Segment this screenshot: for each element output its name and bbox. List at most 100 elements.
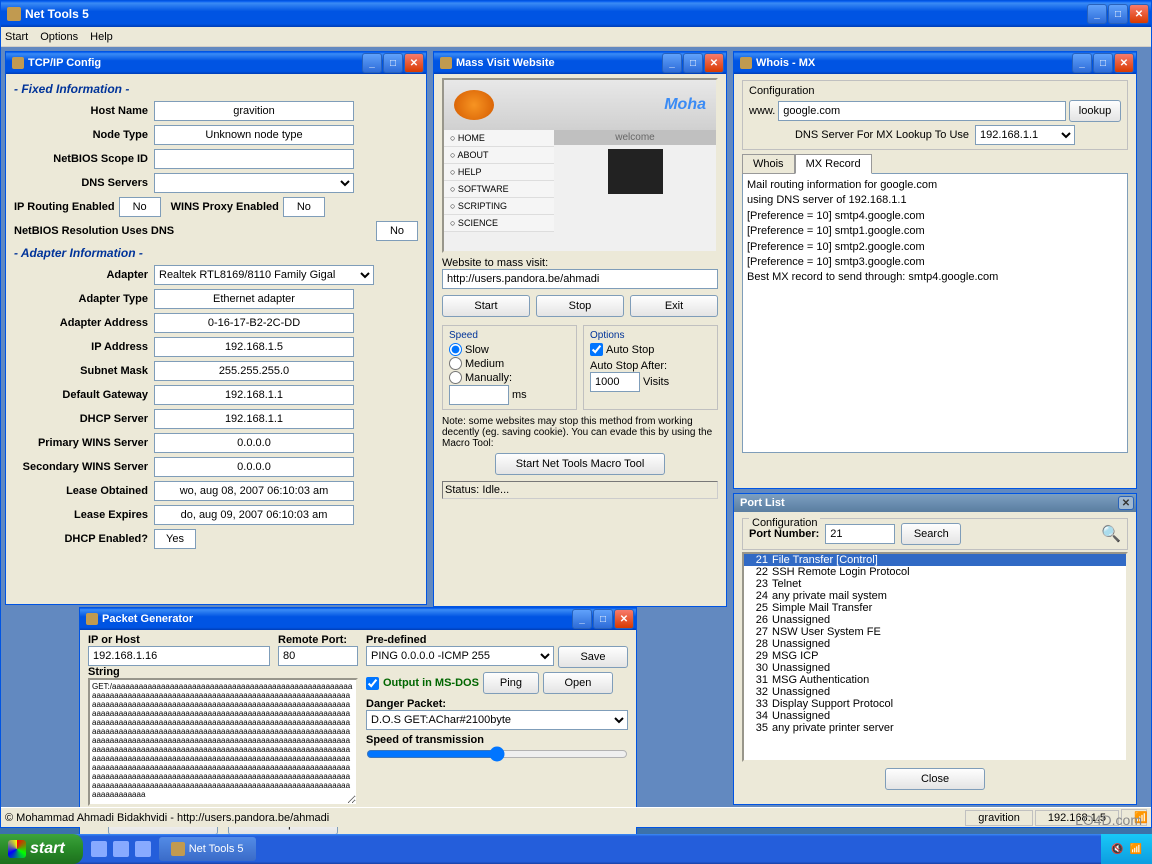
minimize-button[interactable]: _ (662, 53, 682, 73)
lease-expires-field[interactable] (154, 505, 354, 525)
whois-output[interactable]: Mail routing information for google.com … (742, 173, 1128, 453)
start-button[interactable]: start (0, 834, 83, 864)
taskbar-task[interactable]: Net Tools 5 (159, 837, 256, 861)
maximize-button[interactable]: □ (383, 53, 403, 73)
node-type-field[interactable] (154, 125, 354, 145)
close-button[interactable]: ✕ (1118, 496, 1134, 510)
dhcp-server-field[interactable] (154, 409, 354, 429)
whois-titlebar[interactable]: Whois - MX _□✕ (734, 52, 1136, 74)
msdos-checkbox[interactable] (366, 677, 379, 690)
close-button[interactable]: ✕ (704, 53, 724, 73)
ping-button[interactable]: Ping (483, 672, 539, 694)
port-row[interactable]: 32Unassigned (744, 686, 1126, 698)
ql-ie-icon[interactable] (113, 841, 129, 857)
magnify-icon[interactable]: 🔍 (1101, 524, 1121, 544)
string-textarea[interactable] (88, 678, 358, 806)
open-button[interactable]: Open (543, 672, 613, 694)
url-input[interactable] (442, 269, 718, 289)
ip-input[interactable] (88, 646, 270, 666)
minimize-button[interactable]: _ (1072, 53, 1092, 73)
adapter-type-field[interactable] (154, 289, 354, 309)
minimize-button[interactable]: _ (362, 53, 382, 73)
port-row[interactable]: 23Telnet (744, 578, 1126, 590)
domain-input[interactable] (778, 101, 1066, 121)
main-titlebar[interactable]: Net Tools 5 _ □ ✕ (1, 1, 1151, 27)
port-row[interactable]: 31MSG Authentication (744, 674, 1126, 686)
swins-field[interactable] (154, 457, 354, 477)
ql-desktop-icon[interactable] (91, 841, 107, 857)
maximize-button[interactable]: □ (1108, 4, 1128, 24)
port-row[interactable]: 35any private printer server (744, 722, 1126, 734)
tcpip-titlebar[interactable]: TCP/IP Config _□✕ (6, 52, 426, 74)
port-list[interactable]: 21File Transfer [Control]22SSH Remote Lo… (742, 552, 1128, 762)
autostop-value-input[interactable] (590, 372, 640, 392)
menu-options[interactable]: Options (40, 31, 78, 43)
speed-slow-radio[interactable] (449, 343, 462, 356)
massvisit-titlebar[interactable]: Mass Visit Website _□✕ (434, 52, 726, 74)
dhcp-enabled-field[interactable] (154, 529, 196, 549)
port-row[interactable]: 24any private mail system (744, 590, 1126, 602)
adapter-select[interactable]: Realtek RTL8169/8110 Family Gigal (154, 265, 374, 285)
save-button[interactable]: Save (558, 646, 628, 668)
netbios-scope-field[interactable] (154, 149, 354, 169)
gateway-field[interactable] (154, 385, 354, 405)
menu-start[interactable]: Start (5, 31, 28, 43)
ip-addr-field[interactable] (154, 337, 354, 357)
lease-obtained-field[interactable] (154, 481, 354, 501)
port-row[interactable]: 33Display Support Protocol (744, 698, 1126, 710)
dns-server-select[interactable]: 192.168.1.1 (975, 125, 1075, 145)
start-button[interactable]: Start (442, 295, 530, 317)
subnet-field[interactable] (154, 361, 354, 381)
predef-select[interactable]: PING 0.0.0.0 -ICMP 255 (366, 646, 554, 666)
port-row[interactable]: 26Unassigned (744, 614, 1126, 626)
adapter-addr-field[interactable] (154, 313, 354, 333)
note-text: Note: some websites may stop this method… (442, 416, 718, 449)
tab-whois[interactable]: Whois (742, 154, 795, 174)
close-button[interactable]: Close (885, 768, 985, 790)
port-row[interactable]: 27NSW User System FE (744, 626, 1126, 638)
speed-medium-radio[interactable] (449, 357, 462, 370)
system-tray[interactable]: 🔇📶 (1101, 834, 1152, 864)
port-input[interactable] (278, 646, 358, 666)
maximize-button[interactable]: □ (593, 609, 613, 629)
author-text: © Mohammad Ahmadi Bidakhvidi - http://us… (5, 812, 963, 824)
close-button[interactable]: ✕ (1129, 4, 1149, 24)
macro-tool-button[interactable]: Start Net Tools Macro Tool (495, 453, 665, 475)
packetgen-titlebar[interactable]: Packet Generator _□✕ (80, 608, 636, 630)
ip-routing-field[interactable] (119, 197, 161, 217)
close-button[interactable]: ✕ (614, 609, 634, 629)
host-name-field[interactable] (154, 101, 354, 121)
port-number-input[interactable] (825, 524, 895, 544)
portlist-titlebar[interactable]: Port List ✕ (734, 494, 1136, 512)
maximize-button[interactable]: □ (1093, 53, 1113, 73)
lookup-button[interactable]: lookup (1069, 100, 1121, 122)
search-button[interactable]: Search (901, 523, 961, 545)
menu-help[interactable]: Help (90, 31, 113, 43)
port-row[interactable]: 25Simple Mail Transfer (744, 602, 1126, 614)
speed-manual-radio[interactable] (449, 371, 462, 384)
exit-button[interactable]: Exit (630, 295, 718, 317)
port-row[interactable]: 22SSH Remote Login Protocol (744, 566, 1126, 578)
tab-mx-record[interactable]: MX Record (795, 154, 872, 174)
maximize-button[interactable]: □ (683, 53, 703, 73)
stop-button[interactable]: Stop (536, 295, 624, 317)
port-row[interactable]: 30Unassigned (744, 662, 1126, 674)
port-row[interactable]: 28Unassigned (744, 638, 1126, 650)
port-row[interactable]: 29MSG ICP (744, 650, 1126, 662)
speed-ms-input[interactable] (449, 385, 509, 405)
pwins-field[interactable] (154, 433, 354, 453)
port-row[interactable]: 34Unassigned (744, 710, 1126, 722)
close-button[interactable]: ✕ (404, 53, 424, 73)
minimize-button[interactable]: _ (1087, 4, 1107, 24)
autostop-checkbox[interactable] (590, 343, 603, 356)
wins-proxy-field[interactable] (283, 197, 325, 217)
ql-outlook-icon[interactable] (135, 841, 151, 857)
close-button[interactable]: ✕ (1114, 53, 1134, 73)
tcpip-window: TCP/IP Config _□✕ - Fixed Information - … (5, 51, 427, 605)
danger-select[interactable]: D.O.S GET:AChar#2100byte (366, 710, 628, 730)
minimize-button[interactable]: _ (572, 609, 592, 629)
speed-slider[interactable] (366, 746, 628, 762)
dns-servers-select[interactable] (154, 173, 354, 193)
port-row[interactable]: 21File Transfer [Control] (744, 554, 1126, 566)
netbios-resolution-field[interactable] (376, 221, 418, 241)
